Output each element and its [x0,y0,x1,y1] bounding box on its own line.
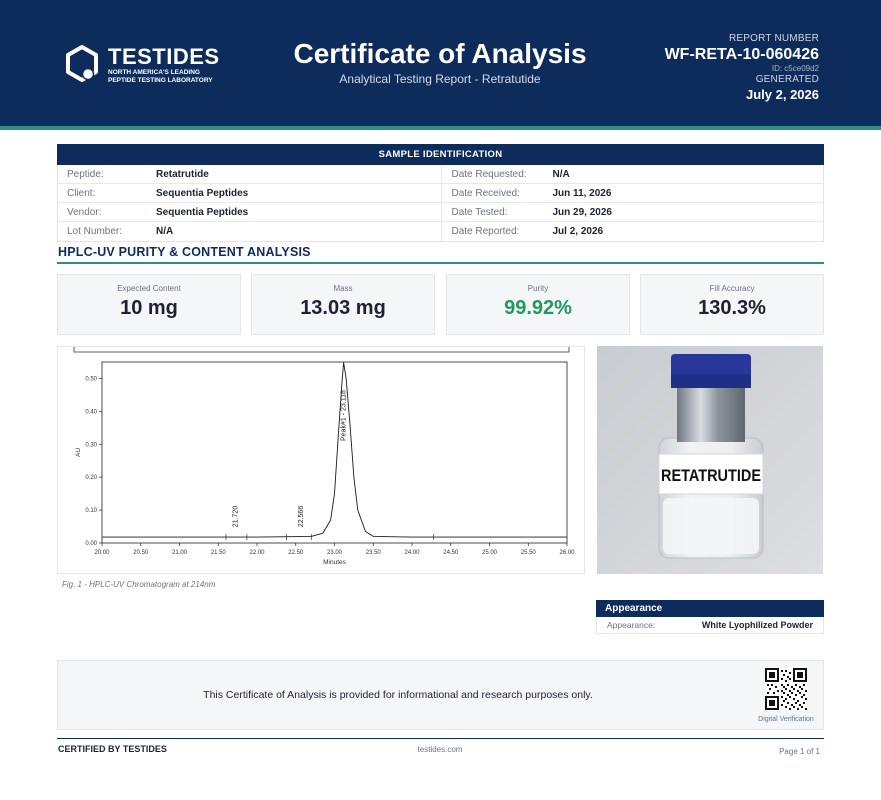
sample-identification-table: SAMPLE IDENTIFICATION Peptide: Retatrutid… [57,144,824,242]
section-divider [57,262,824,264]
report-number: WF-RETA-10-060426 [664,46,819,63]
x-tick-label: 21.00 [172,550,188,556]
date-tested-label: Date Tested: [451,206,508,218]
mass-card: Mass 13.03 mg [251,274,435,335]
expected-content-card: Expected Content 10 mg [57,274,241,335]
disclaimer-text: This Certificate of Analysis is provided… [203,689,593,701]
chromatogram-trace [102,362,567,538]
date-received-label: Date Received: [451,187,520,199]
mass-label: Mass [333,284,353,293]
fill-accuracy-label: Fill Accuracy [709,284,755,293]
date-reported-label: Date Reported: [451,226,520,237]
x-tick-label: 24.50 [443,550,459,556]
x-tick-label: 25.50 [521,550,537,556]
appearance-value: White Lyophilized Powder [701,620,813,630]
sample-identification-heading: SAMPLE IDENTIFICATION [57,144,824,165]
peak-label: Peak#1 - 23.118 [341,390,348,441]
vial-label-text: RETATRUTIDE [661,466,761,485]
mass-value: 13.03 mg [300,297,386,319]
table-row: Appearance: White Lyophilized Powder [596,617,824,634]
x-tick-label: 20.50 [133,550,149,556]
x-tick-label: 24.00 [404,550,420,556]
x-tick-label: 23.50 [366,550,382,556]
y-tick-label: 0.10 [85,508,97,514]
x-tick-label: 20.00 [94,550,110,556]
x-tick-label: 25.00 [482,550,498,556]
date-reported-value: Jul 2, 2026 [552,226,604,237]
generated-label: GENERATED [755,74,819,85]
report-header: TESTIDES NORTH AMERICA'S LEADING PEPTIDE… [0,0,881,126]
vial-photo: RETATRUTIDE [597,346,823,574]
certified-by: CERTIFIED BY TESTIDES [58,744,167,754]
lot-number-label: Lot Number: [67,226,123,237]
x-tick-label: 22.50 [288,550,304,556]
qr-code-icon[interactable] [765,668,807,710]
report-id: ID: c5ce09d2 [771,64,819,73]
website-link[interactable]: testides.com [340,745,540,754]
expected-content-label: Expected Content [117,284,181,293]
y-tick-label: 0.00 [85,541,97,547]
fill-accuracy-card: Fill Accuracy 130.3% [640,274,824,335]
x-axis-label: Minutes [323,559,347,566]
peptide-value: Retatrutide [156,168,209,180]
document-subtitle: Analytical Testing Report - Retratutide [339,72,541,86]
x-tick-label: 22.00 [249,550,265,556]
chromatogram-plot: 20.00 20.50 21.00 21.50 22.00 22.50 23.00 23.50… [73,347,575,566]
y-tick-label: 0.40 [85,409,97,415]
vial-image: RETATRUTIDE [597,346,823,574]
analysis-section-title: HPLC-UV PURITY & CONTENT ANALYSIS [58,245,311,259]
purity-label: Purity [527,284,549,293]
expected-content-value: 10 mg [120,297,178,319]
date-received-value: Jun 11, 2026 [552,187,612,199]
peak-label: 21.720 [232,506,239,528]
date-requested-value: N/A [552,168,570,180]
client-value: Sequentia Peptides [156,187,249,199]
appearance-heading: Appearance [596,600,824,617]
brand-name: TESTIDES [108,44,220,69]
table-row: Client: Sequentia Peptides Date Received:… [58,184,823,203]
y-axis-label: AU [75,448,82,457]
appearance-label: Appearance: [607,620,656,630]
disclaimer-box: This Certificate of Analysis is provided… [57,660,824,730]
plot-top-bracket [73,347,570,353]
x-tick-label: 21.50 [211,550,227,556]
client-label: Client: [67,187,96,199]
date-tested-value: Jun 29, 2026 [552,206,612,218]
figure-caption: Fig. 1 - HPLC-UV Chromatogram at 214nm [62,580,216,589]
peptide-label: Peptide: [67,168,104,180]
report-info: REPORT NUMBER WF-RETA-10-060426 ID: c5ce… [665,33,819,103]
testides-logo: TESTIDES NORTH AMERICA'S LEADING PEPTIDE… [64,44,224,84]
table-row: Peptide: Retatrutide Date Requested: N/A [58,165,823,184]
digital-verification-label: Digital Verification [758,716,814,723]
page-number: Page 1 of 1 [779,747,820,756]
hplc-chromatogram: 20.00 20.50 21.00 21.50 22.00 22.50 23.00 23.50… [57,346,585,574]
x-tick-label: 23.00 [327,550,343,556]
fill-accuracy-value: 130.3% [698,297,766,319]
generated-date: July 2, 2026 [746,87,819,102]
footer-divider [57,738,824,739]
lot-number-value: N/A [156,226,174,237]
y-tick-label: 0.20 [85,475,97,481]
brand-tagline: NORTH AMERICA'S LEADING PEPTIDE TESTING … [108,69,213,84]
appearance-table: Appearance Appearance: White Lyophilized… [596,600,824,634]
y-tick-label: 0.30 [85,442,97,448]
header-accent-stripe [0,126,881,130]
vendor-value: Sequentia Peptides [156,206,249,218]
vendor-label: Vendor: [67,206,102,218]
plot-frame [101,361,568,544]
peak-label: 22.566 [298,506,305,528]
report-number-label: REPORT NUMBER [728,33,819,44]
purity-value: 99.92% [504,297,572,319]
date-requested-label: Date Requested: [451,168,527,180]
y-tick-label: 0.50 [85,376,97,382]
hexagon-logo-icon [66,45,98,82]
purity-card: Purity 99.92% [446,274,630,335]
x-tick-label: 26.00 [559,550,575,556]
table-row: Lot Number: N/A Date Reported: Jul 2, 2026 [58,222,823,241]
document-title: Certificate of Analysis [293,38,587,69]
table-row: Vendor: Sequentia Peptides Date Tested: Ju… [58,203,823,222]
